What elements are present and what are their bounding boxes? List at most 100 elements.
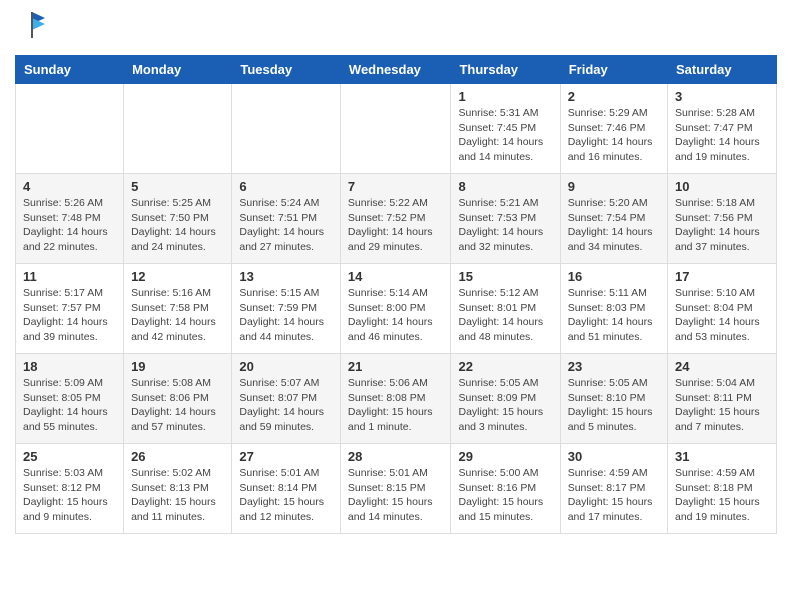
day-number: 18 [23, 359, 116, 374]
calendar-cell: 23Sunrise: 5:05 AM Sunset: 8:10 PM Dayli… [560, 354, 667, 444]
day-number: 31 [675, 449, 769, 464]
day-number: 6 [239, 179, 333, 194]
day-number: 13 [239, 269, 333, 284]
day-info: Sunrise: 5:15 AM Sunset: 7:59 PM Dayligh… [239, 286, 333, 345]
calendar-week-row: 18 Sunrise: 5:09 AM Sunset: 8:05 PM Dayli… [16, 354, 777, 444]
calendar-week-row: 25 Sunrise: 5:03 AM Sunset: 8:12 PM Dayli… [16, 444, 777, 534]
calendar-cell: 1 Sunrise: 5:31 AM Sunset: 7:45 PM Daylig… [451, 84, 560, 174]
calendar-table: SundayMondayTuesdayWednesdayThursdayFrid… [15, 55, 777, 534]
calendar-cell: 7 Sunrise: 5:22 AM Sunset: 7:52 PM Daylig… [340, 174, 451, 264]
day-info: Sunrise: 5:21 AM Sunset: 7:53 PM Dayligh… [458, 196, 552, 255]
weekday-header-friday: Friday [560, 56, 667, 84]
day-number: 30 [568, 449, 660, 464]
calendar-cell: 27 Sunrise: 5:01 AM Sunset: 8:14 PM Dayli… [232, 444, 341, 534]
day-info: Sunrise: 5:11 AM Sunset: 8:03 PM Dayligh… [568, 286, 660, 345]
day-info: Sunrise: 5:28 AM Sunset: 7:47 PM Dayligh… [675, 106, 769, 165]
calendar-cell: 14Sunrise: 5:14 AM Sunset: 8:00 PM Dayli… [340, 264, 451, 354]
day-number: 8 [458, 179, 552, 194]
calendar-cell: 30Sunrise: 4:59 AM Sunset: 8:17 PM Dayli… [560, 444, 667, 534]
day-number: 16 [568, 269, 660, 284]
day-number: 11 [23, 269, 116, 284]
weekday-header-wednesday: Wednesday [340, 56, 451, 84]
calendar-cell [124, 84, 232, 174]
calendar-cell: 16 Sunrise: 5:11 AM Sunset: 8:03 PM Dayli… [560, 264, 667, 354]
calendar-cell: 31Sunrise: 4:59 AM Sunset: 8:18 PM Dayli… [668, 444, 777, 534]
calendar-cell: 22 Sunrise: 5:05 AM Sunset: 8:09 PM Dayli… [451, 354, 560, 444]
day-info: Sunrise: 5:04 AM Sunset: 8:11 PM Dayligh… [675, 376, 769, 435]
day-info: Sunrise: 5:10 AM Sunset: 8:04 PM Dayligh… [675, 286, 769, 345]
calendar-week-row: 1 Sunrise: 5:31 AM Sunset: 7:45 PM Daylig… [16, 84, 777, 174]
day-number: 25 [23, 449, 116, 464]
day-number: 24 [675, 359, 769, 374]
weekday-header-tuesday: Tuesday [232, 56, 341, 84]
day-info: Sunrise: 5:01 AM Sunset: 8:14 PM Dayligh… [239, 466, 333, 525]
day-info: Sunrise: 5:03 AM Sunset: 8:12 PM Dayligh… [23, 466, 116, 525]
day-number: 10 [675, 179, 769, 194]
day-number: 12 [131, 269, 224, 284]
day-number: 22 [458, 359, 552, 374]
calendar-cell: 13 Sunrise: 5:15 AM Sunset: 7:59 PM Dayli… [232, 264, 341, 354]
day-number: 4 [23, 179, 116, 194]
calendar-cell: 19 Sunrise: 5:08 AM Sunset: 8:06 PM Dayli… [124, 354, 232, 444]
calendar-cell: 11 Sunrise: 5:17 AM Sunset: 7:57 PM Dayli… [16, 264, 124, 354]
day-number: 7 [348, 179, 444, 194]
day-info: Sunrise: 5:07 AM Sunset: 8:07 PM Dayligh… [239, 376, 333, 435]
day-number: 3 [675, 89, 769, 104]
calendar-cell [340, 84, 451, 174]
day-number: 19 [131, 359, 224, 374]
calendar-cell: 25 Sunrise: 5:03 AM Sunset: 8:12 PM Dayli… [16, 444, 124, 534]
logo [15, 10, 47, 45]
day-info: Sunrise: 5:16 AM Sunset: 7:58 PM Dayligh… [131, 286, 224, 345]
page-container: SundayMondayTuesdayWednesdayThursdayFrid… [0, 0, 792, 544]
day-info: Sunrise: 5:05 AM Sunset: 8:10 PM Dayligh… [568, 376, 660, 435]
day-info: Sunrise: 5:17 AM Sunset: 7:57 PM Dayligh… [23, 286, 116, 345]
day-info: Sunrise: 5:31 AM Sunset: 7:45 PM Dayligh… [458, 106, 552, 165]
calendar-cell: 26 Sunrise: 5:02 AM Sunset: 8:13 PM Dayli… [124, 444, 232, 534]
calendar-week-row: 4 Sunrise: 5:26 AM Sunset: 7:48 PM Daylig… [16, 174, 777, 264]
day-number: 15 [458, 269, 552, 284]
day-info: Sunrise: 5:24 AM Sunset: 7:51 PM Dayligh… [239, 196, 333, 255]
calendar-cell: 10 Sunrise: 5:18 AM Sunset: 7:56 PM Dayli… [668, 174, 777, 264]
calendar-cell: 6 Sunrise: 5:24 AM Sunset: 7:51 PM Daylig… [232, 174, 341, 264]
day-number: 2 [568, 89, 660, 104]
day-info: Sunrise: 5:12 AM Sunset: 8:01 PM Dayligh… [458, 286, 552, 345]
day-info: Sunrise: 5:06 AM Sunset: 8:08 PM Dayligh… [348, 376, 444, 435]
day-number: 27 [239, 449, 333, 464]
day-info: Sunrise: 5:26 AM Sunset: 7:48 PM Dayligh… [23, 196, 116, 255]
calendar-cell: 5Sunrise: 5:25 AM Sunset: 7:50 PM Daylig… [124, 174, 232, 264]
calendar-cell: 24 Sunrise: 5:04 AM Sunset: 8:11 PM Dayli… [668, 354, 777, 444]
day-info: Sunrise: 5:18 AM Sunset: 7:56 PM Dayligh… [675, 196, 769, 255]
weekday-header-thursday: Thursday [451, 56, 560, 84]
day-info: Sunrise: 5:01 AM Sunset: 8:15 PM Dayligh… [348, 466, 444, 525]
calendar-cell: 3 Sunrise: 5:28 AM Sunset: 7:47 PM Daylig… [668, 84, 777, 174]
day-info: Sunrise: 5:14 AM Sunset: 8:00 PM Dayligh… [348, 286, 444, 345]
logo-flag-icon [17, 10, 47, 40]
day-info: Sunrise: 5:09 AM Sunset: 8:05 PM Dayligh… [23, 376, 116, 435]
calendar-cell: 20 Sunrise: 5:07 AM Sunset: 8:07 PM Dayli… [232, 354, 341, 444]
calendar-cell: 17Sunrise: 5:10 AM Sunset: 8:04 PM Dayli… [668, 264, 777, 354]
calendar-cell: 2 Sunrise: 5:29 AM Sunset: 7:46 PM Daylig… [560, 84, 667, 174]
day-info: Sunrise: 5:08 AM Sunset: 8:06 PM Dayligh… [131, 376, 224, 435]
day-info: Sunrise: 5:22 AM Sunset: 7:52 PM Dayligh… [348, 196, 444, 255]
calendar-cell: 8 Sunrise: 5:21 AM Sunset: 7:53 PM Daylig… [451, 174, 560, 264]
day-number: 28 [348, 449, 444, 464]
calendar-cell: 21 Sunrise: 5:06 AM Sunset: 8:08 PM Dayli… [340, 354, 451, 444]
day-info: Sunrise: 5:05 AM Sunset: 8:09 PM Dayligh… [458, 376, 552, 435]
weekday-header-saturday: Saturday [668, 56, 777, 84]
day-info: Sunrise: 5:20 AM Sunset: 7:54 PM Dayligh… [568, 196, 660, 255]
day-info: Sunrise: 5:02 AM Sunset: 8:13 PM Dayligh… [131, 466, 224, 525]
day-number: 26 [131, 449, 224, 464]
calendar-cell [232, 84, 341, 174]
day-number: 1 [458, 89, 552, 104]
day-info: Sunrise: 5:00 AM Sunset: 8:16 PM Dayligh… [458, 466, 552, 525]
day-info: Sunrise: 5:29 AM Sunset: 7:46 PM Dayligh… [568, 106, 660, 165]
day-number: 9 [568, 179, 660, 194]
page-header [15, 10, 777, 45]
day-number: 29 [458, 449, 552, 464]
day-number: 20 [239, 359, 333, 374]
calendar-cell: 29 Sunrise: 5:00 AM Sunset: 8:16 PM Dayli… [451, 444, 560, 534]
weekday-header-sunday: Sunday [16, 56, 124, 84]
calendar-cell: 18 Sunrise: 5:09 AM Sunset: 8:05 PM Dayli… [16, 354, 124, 444]
day-number: 21 [348, 359, 444, 374]
calendar-cell: 4 Sunrise: 5:26 AM Sunset: 7:48 PM Daylig… [16, 174, 124, 264]
